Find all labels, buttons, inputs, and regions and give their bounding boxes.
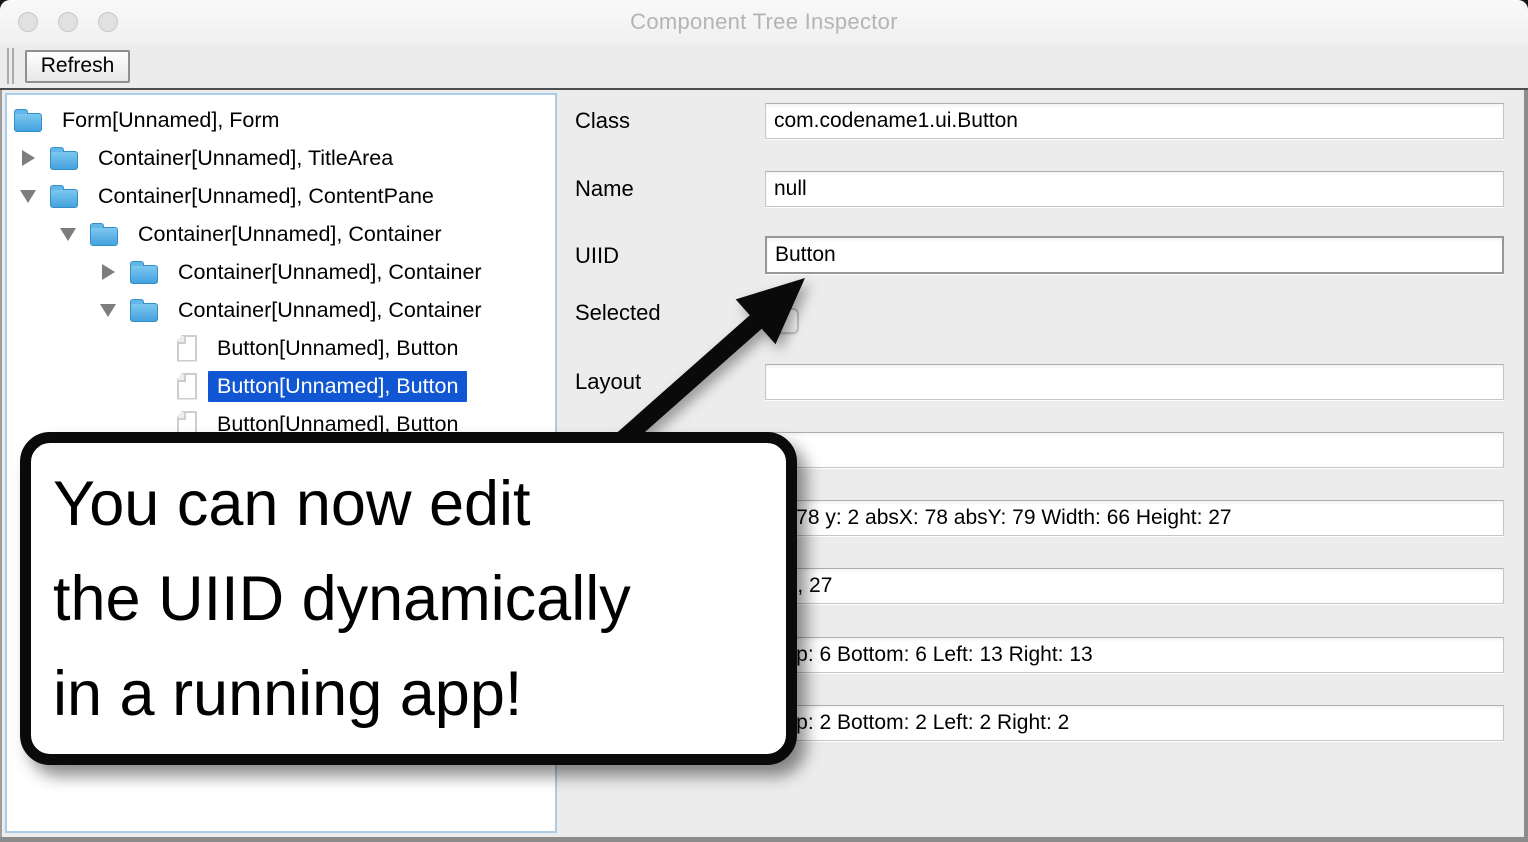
- close-window-icon[interactable]: [18, 12, 38, 32]
- disclosure-collapsed-icon[interactable]: [20, 150, 36, 166]
- tree-row[interactable]: Container[Unnamed], Container: [7, 291, 555, 329]
- toolbar: Refresh: [0, 44, 1528, 88]
- tree-row[interactable]: Container[Unnamed], ContentPane: [7, 177, 555, 215]
- tree-row[interactable]: Button[Unnamed], Button: [7, 329, 555, 367]
- zoom-window-icon[interactable]: [98, 12, 118, 32]
- preferred-size-field[interactable]: [765, 568, 1504, 604]
- folder-icon: [14, 113, 42, 132]
- tree-row[interactable]: Form[Unnamed], Form: [7, 101, 555, 139]
- margin-field[interactable]: [765, 705, 1504, 741]
- tree-row[interactable]: Container[Unnamed], Container: [7, 253, 555, 291]
- uiid-field[interactable]: [765, 236, 1504, 274]
- tree-row[interactable]: Container[Unnamed], TitleArea: [7, 139, 555, 177]
- class-label: Class: [575, 108, 630, 134]
- tree-row-label: Container[Unnamed], Container: [169, 295, 491, 326]
- callout-text-line: in a running app!: [53, 647, 786, 742]
- callout-text-line: the UIID dynamically: [53, 552, 786, 647]
- window-right-border: [1524, 90, 1528, 842]
- toolbar-drag-handle-icon[interactable]: [12, 48, 14, 84]
- title-bar: Component Tree Inspector: [0, 0, 1528, 45]
- padding-field[interactable]: [765, 637, 1504, 673]
- folder-icon: [50, 151, 78, 170]
- layout-field[interactable]: [765, 364, 1504, 400]
- folder-icon: [130, 265, 158, 284]
- tree-row-label: Button[Unnamed], Button: [208, 333, 467, 364]
- tree-row[interactable]: Container[Unnamed], Container: [7, 215, 555, 253]
- name-field[interactable]: [765, 171, 1504, 207]
- folder-icon: [130, 303, 158, 322]
- minimize-window-icon[interactable]: [58, 12, 78, 32]
- constraint-field[interactable]: [765, 432, 1504, 468]
- coordinates-field[interactable]: [765, 500, 1504, 536]
- file-icon: [177, 335, 197, 362]
- disclosure-expanded-icon[interactable]: [60, 228, 76, 241]
- window-title: Component Tree Inspector: [0, 0, 1528, 44]
- toolbar-drag-handle-icon[interactable]: [7, 48, 9, 84]
- window-bottom-border: [0, 837, 1528, 842]
- tree-row-label: Container[Unnamed], ContentPane: [89, 181, 443, 212]
- tree-row-label: Container[Unnamed], Container: [169, 257, 491, 288]
- refresh-button[interactable]: Refresh: [25, 50, 130, 83]
- toolbar-separator: [0, 88, 1528, 90]
- tree-row-label: Container[Unnamed], Container: [129, 219, 451, 250]
- disclosure-expanded-icon[interactable]: [100, 304, 116, 317]
- disclosure-expanded-icon[interactable]: [20, 190, 36, 203]
- tree-row-label: Form[Unnamed], Form: [53, 105, 288, 136]
- callout-text-line: You can now edit: [53, 457, 786, 552]
- callout-bubble: You can now edit the UIID dynamically in…: [20, 432, 797, 765]
- tree-row-label: Button[Unnamed], Button: [208, 371, 467, 402]
- name-label: Name: [575, 176, 634, 202]
- component-tree-inspector-window: Component Tree Inspector Refresh Form[Un…: [0, 0, 1528, 842]
- disclosure-collapsed-icon[interactable]: [100, 264, 116, 280]
- tree-row-label: Container[Unnamed], TitleArea: [89, 143, 402, 174]
- window-left-border: [0, 90, 2, 842]
- tree-row-selected[interactable]: Button[Unnamed], Button: [7, 367, 555, 405]
- class-field[interactable]: [765, 103, 1504, 139]
- folder-icon: [50, 189, 78, 208]
- file-icon: [177, 373, 197, 400]
- folder-icon: [90, 227, 118, 246]
